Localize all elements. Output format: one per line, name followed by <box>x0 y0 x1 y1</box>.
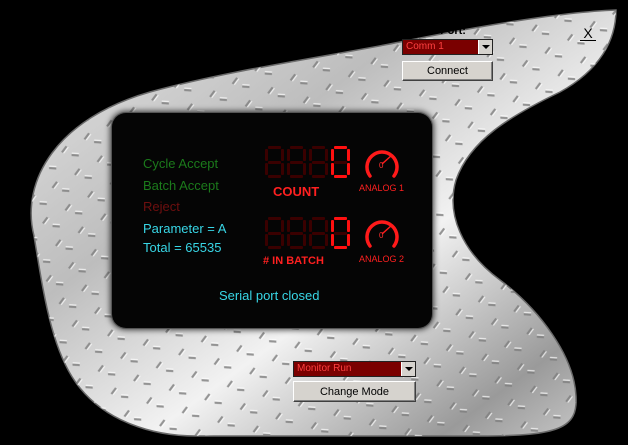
analog-2-value: 0 <box>379 231 384 240</box>
close-button[interactable]: X <box>580 25 596 41</box>
cycle-accept-indicator: Cycle Accept <box>143 156 219 171</box>
serial-status-text: Serial port closed <box>219 288 320 303</box>
analog-1-label: ANALOG 1 <box>359 183 405 193</box>
analog-2-label: ANALOG 2 <box>359 254 405 264</box>
batch-accept-indicator: Batch Accept <box>143 178 219 193</box>
total-readout: Total = 65535 <box>143 240 222 255</box>
reject-indicator: Reject <box>143 199 180 214</box>
count-display <box>265 146 350 178</box>
connect-button[interactable]: Connect <box>402 61 493 81</box>
comm-port-select[interactable]: Comm 1 <box>402 39 493 55</box>
count-digit <box>265 146 284 178</box>
in-batch-digit <box>287 217 306 249</box>
in-batch-digit <box>265 217 284 249</box>
in-batch-display <box>265 217 350 249</box>
comm-port-value: Comm 1 <box>406 41 444 52</box>
chevron-down-icon[interactable] <box>401 362 415 376</box>
chevron-down-icon[interactable] <box>478 40 492 54</box>
change-mode-button[interactable]: Change Mode <box>293 381 416 402</box>
in-batch-label: # IN BATCH <box>263 255 324 267</box>
app-window: Comm Port: Comm 1 Connect X Cycle Accept… <box>0 0 628 445</box>
count-digit <box>331 146 350 178</box>
mode-value: Monitor Run <box>297 363 352 374</box>
parameter-readout: Parameter = A <box>143 221 227 236</box>
in-batch-digit <box>309 217 328 249</box>
count-digit <box>287 146 306 178</box>
count-label: COUNT <box>273 184 320 199</box>
count-digit <box>309 146 328 178</box>
comm-port-label: Comm Port: <box>403 25 466 37</box>
in-batch-digit <box>331 217 350 249</box>
mode-select[interactable]: Monitor Run <box>293 361 416 377</box>
analog-1-value: 0 <box>379 161 384 170</box>
